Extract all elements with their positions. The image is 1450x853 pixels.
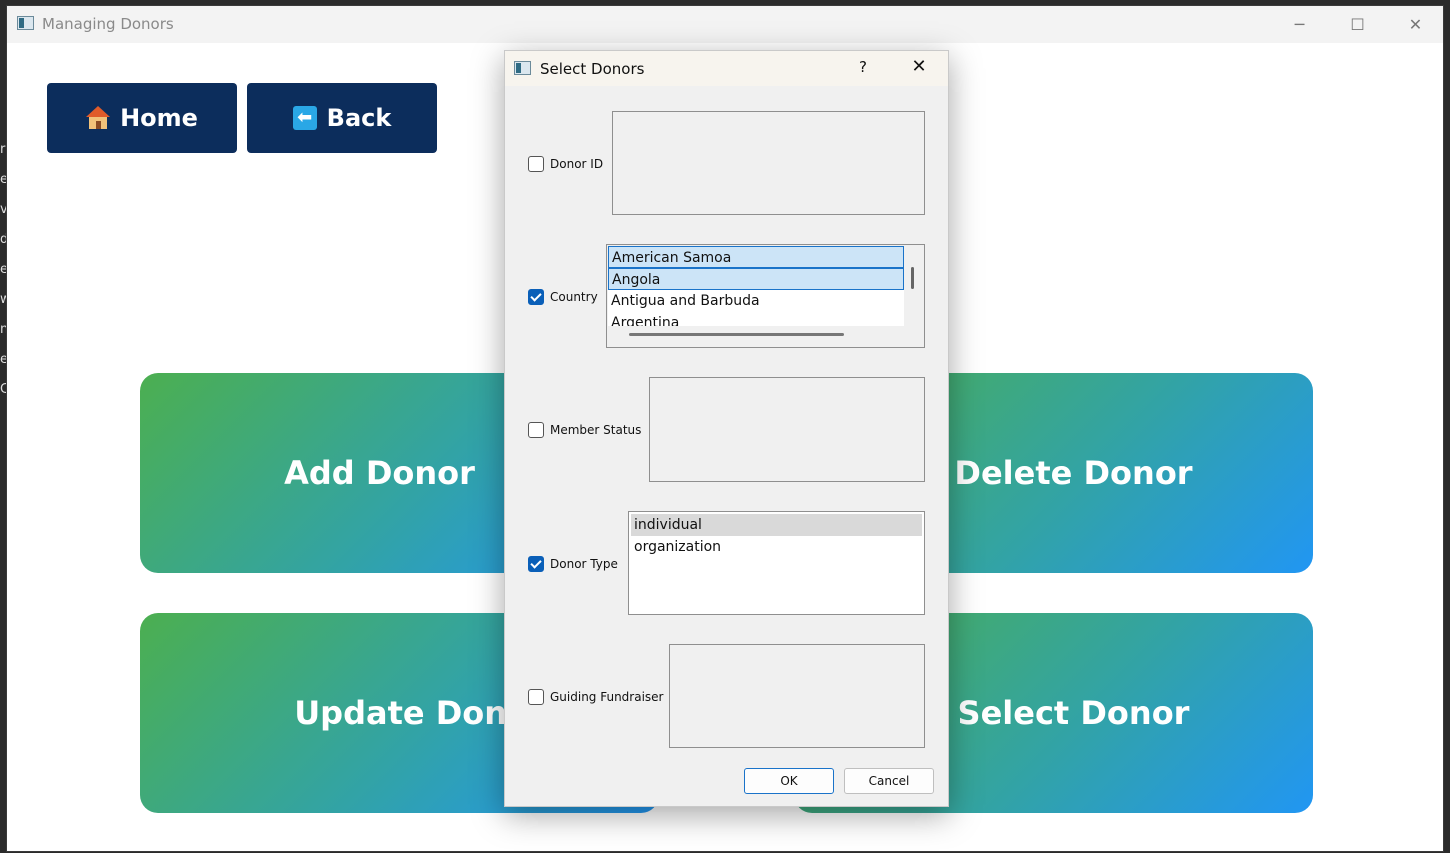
help-button[interactable]: ? [853, 58, 873, 78]
home-button-label: Home [120, 104, 198, 132]
list-item[interactable]: individual [631, 514, 922, 536]
vertical-scrollbar[interactable] [911, 267, 914, 289]
member-status-list[interactable] [649, 377, 925, 482]
close-button[interactable]: ✕ [1387, 6, 1444, 43]
house-icon [86, 106, 111, 130]
donor-type-list[interactable]: individual organization [628, 511, 925, 615]
member-status-filter[interactable]: Member Status [528, 422, 641, 438]
country-filter[interactable]: Country [528, 289, 598, 305]
country-label: Country [550, 290, 598, 304]
dialog-close-button[interactable]: ✕ [905, 56, 933, 80]
maximize-button[interactable]: ☐ [1329, 6, 1386, 43]
donor-id-checkbox[interactable] [528, 156, 544, 172]
list-item[interactable]: Argentina [608, 312, 904, 326]
member-status-label: Member Status [550, 423, 642, 437]
donor-id-filter[interactable]: Donor ID [528, 156, 603, 172]
dialog-title: Select Donors [540, 60, 645, 78]
main-titlebar: Managing Donors ─ ☐ ✕ [7, 6, 1443, 43]
guiding-fundraiser-checkbox[interactable] [528, 689, 544, 705]
back-button-label: Back [326, 104, 392, 132]
guiding-fundraiser-label: Guiding Fundraiser [550, 690, 664, 704]
delete-donor-label: Delete Donor [954, 454, 1193, 492]
country-checkbox[interactable] [528, 289, 544, 305]
donor-id-label: Donor ID [550, 157, 604, 171]
guiding-fundraiser-list[interactable] [669, 644, 925, 748]
ok-button[interactable]: OK [744, 768, 834, 794]
home-button[interactable]: Home [47, 83, 237, 153]
donor-type-checkbox[interactable] [528, 556, 544, 572]
back-arrow-icon: ⬅ [292, 106, 317, 130]
window-title: Managing Donors [42, 15, 174, 33]
back-button[interactable]: ⬅ Back [247, 83, 437, 153]
dialog-app-icon [514, 61, 531, 75]
list-item[interactable]: American Samoa [608, 246, 904, 268]
minimize-button[interactable]: ─ [1271, 6, 1328, 43]
list-item[interactable]: organization [631, 536, 922, 558]
list-item[interactable]: Antigua and Barbuda [608, 290, 904, 312]
app-icon [17, 16, 34, 30]
select-donors-dialog: Select Donors ? ✕ Donor ID Country Ameri… [504, 50, 949, 807]
dialog-titlebar: Select Donors ? ✕ [505, 51, 948, 86]
select-donor-label: Select Donor [957, 694, 1190, 732]
horizontal-scrollbar[interactable] [629, 333, 844, 336]
member-status-checkbox[interactable] [528, 422, 544, 438]
guiding-fundraiser-filter[interactable]: Guiding Fundraiser [528, 689, 664, 705]
country-list[interactable]: American Samoa Angola Antigua and Barbud… [606, 244, 925, 348]
add-donor-label: Add Donor [284, 454, 475, 492]
list-item[interactable]: Angola [608, 268, 904, 290]
donor-id-list[interactable] [612, 111, 925, 215]
cancel-button[interactable]: Cancel [844, 768, 934, 794]
donor-type-filter[interactable]: Donor Type [528, 556, 618, 572]
donor-type-label: Donor Type [550, 557, 618, 571]
